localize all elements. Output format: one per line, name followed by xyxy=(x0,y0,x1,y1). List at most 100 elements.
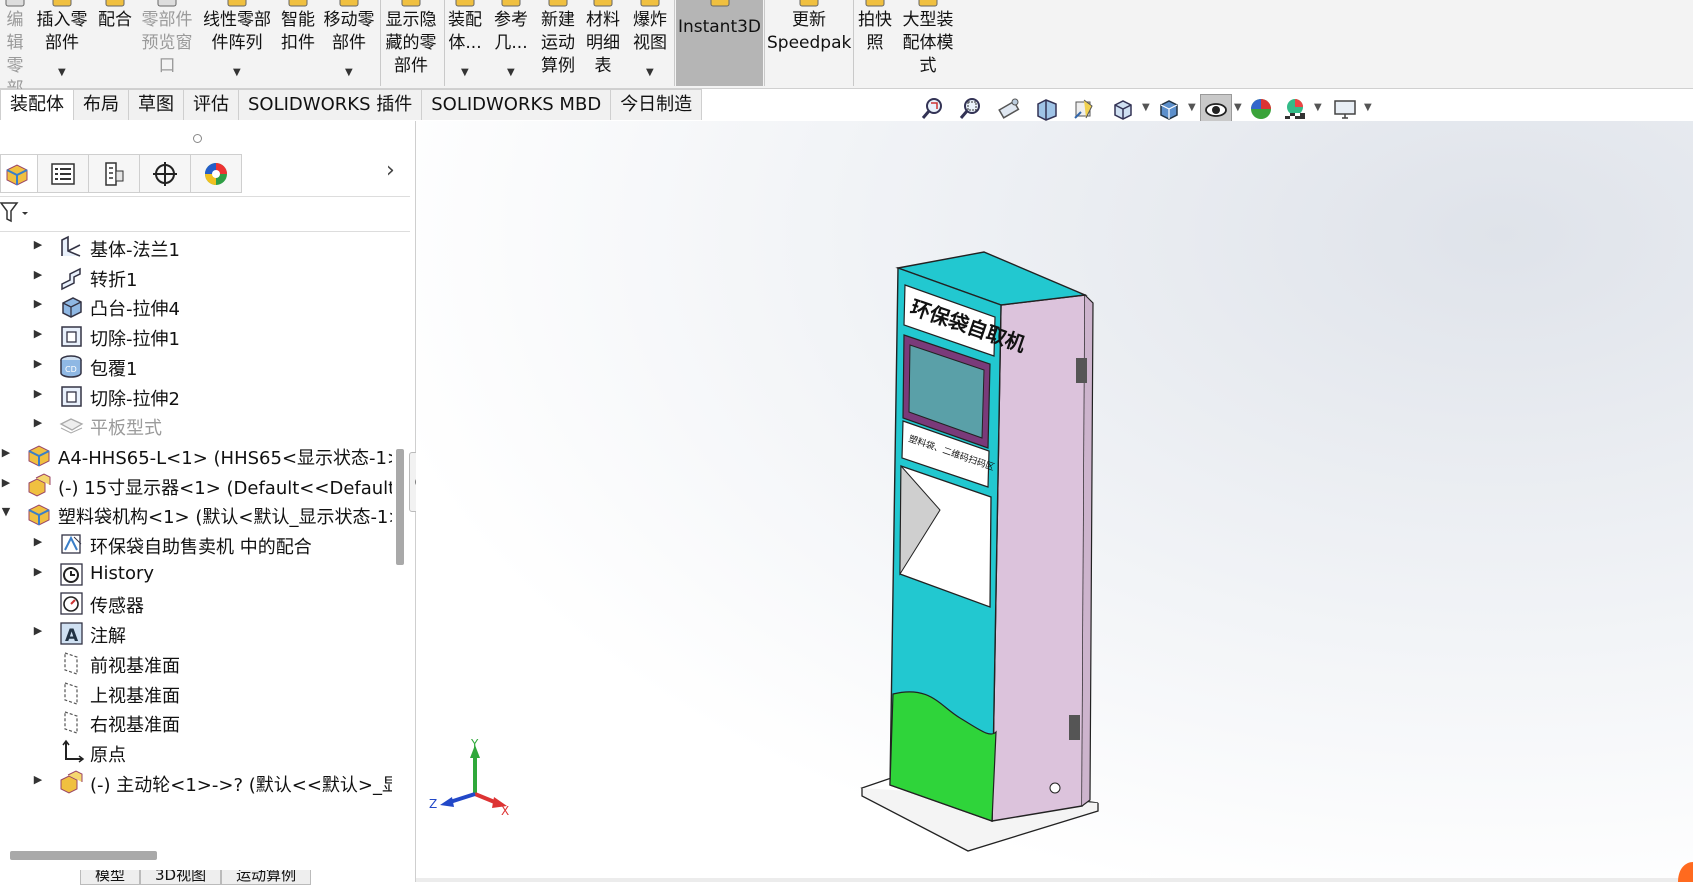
bottom-tab-1[interactable]: 3D视图 xyxy=(140,870,222,885)
tree-item-label: 传感器 xyxy=(90,596,144,618)
tree-item[interactable]: ▶ 切除-拉伸1 xyxy=(0,322,392,352)
edit-part-button[interactable]: 编辑 零部 件 xyxy=(0,0,30,122)
smart-fasteners-button[interactable]: 智能 扣件 xyxy=(278,0,318,86)
zoom-to-fit-icon[interactable] xyxy=(918,94,948,124)
model-lock-hole xyxy=(1049,782,1061,794)
new-motion-study-button[interactable]: 新建 运动 算例 xyxy=(537,0,579,86)
tree-item[interactable]: ▼ 塑料袋机构<1> (默认<默认_显示状态-1> xyxy=(0,500,392,530)
tab-4[interactable]: SOLIDWORKS 插件 xyxy=(238,89,423,120)
tab-1[interactable]: 布局 xyxy=(73,89,129,120)
component-preview-button[interactable]: 零部件 预览窗 口 xyxy=(138,0,196,86)
dynamic-annotation-icon[interactable] xyxy=(1070,94,1100,124)
expand-arrow-icon[interactable]: ▶ xyxy=(32,238,44,251)
tree-item[interactable]: ▶ 平板型式 xyxy=(0,411,392,441)
tree-item[interactable]: 原点 xyxy=(0,738,392,768)
tree-item[interactable]: ▶ 环保袋自助售卖机 中的配合 xyxy=(0,530,392,560)
tree-item[interactable]: ▶ CD 包覆1 xyxy=(0,352,392,382)
bill-of-materials-button[interactable]: 材料 明细 表 xyxy=(583,0,623,86)
exploded-view-button[interactable]: 爆炸 视图 ▼ xyxy=(627,0,673,86)
displaymanager-icon[interactable] xyxy=(190,154,242,193)
filter-icon[interactable] xyxy=(0,201,30,225)
bottom-tab-0[interactable]: 模型 xyxy=(80,870,141,885)
chevron-down-icon[interactable]: ▼ xyxy=(345,61,353,84)
chevron-down-icon[interactable]: ▼ xyxy=(646,61,654,84)
zoom-area-icon[interactable] xyxy=(956,94,986,124)
tree-item[interactable]: ▶ 凸台-拉伸4 xyxy=(0,292,392,322)
view-orientation-icon[interactable] xyxy=(1108,94,1138,124)
chevron-down-icon[interactable]: ▼ xyxy=(233,61,241,84)
expand-arrow-icon[interactable]: ▶ xyxy=(32,416,44,429)
graphics-area[interactable]: 环保袋自取机 塑料袋、二维码扫码区 Y X Z xyxy=(416,121,1693,878)
linear-pattern-button[interactable]: 线性零部 件阵列 ▼ xyxy=(200,0,274,86)
expand-arrow-icon[interactable]: ▶ xyxy=(32,297,44,310)
edit-appearance-icon[interactable] xyxy=(1246,94,1276,124)
display-style-icon[interactable] xyxy=(1154,94,1184,124)
expand-arrow-icon[interactable]: ▶ xyxy=(32,565,44,578)
expand-arrow-icon[interactable]: ▶ xyxy=(32,268,44,281)
more-tabs-arrow-icon[interactable]: › xyxy=(386,158,395,183)
tab-6[interactable]: 今日制造 xyxy=(610,89,703,120)
command-manager-tabs: 装配体 布局 草图 评估 SOLIDWORKS 插件 SOLIDWORKS MBD 今日制造 xyxy=(0,89,703,121)
featuremanager-icon[interactable] xyxy=(0,154,38,193)
bottom-tab-2[interactable]: 运动算例 xyxy=(221,870,312,885)
show-hidden-icon xyxy=(399,0,423,8)
tree-item[interactable]: ▶ A4-HHS65-L<1> (HHS65<显示状态-1> xyxy=(0,441,392,471)
mate-button[interactable]: 配合 xyxy=(94,0,136,86)
expand-arrow-icon[interactable]: ▶ xyxy=(32,624,44,637)
tree-item[interactable]: ▶ A 注解 xyxy=(0,619,392,649)
previous-view-icon[interactable] xyxy=(994,94,1024,124)
tab-5[interactable]: SOLIDWORKS MBD xyxy=(421,89,612,120)
section-view-icon[interactable] xyxy=(1032,94,1062,124)
expand-arrow-icon[interactable]: ▶ xyxy=(32,535,44,548)
expand-arrow-icon[interactable]: ▶ xyxy=(32,357,44,370)
tree-horizontal-scrollbar[interactable] xyxy=(10,851,157,860)
dimxpertmanager-icon[interactable] xyxy=(139,154,191,193)
configurationmanager-icon[interactable] xyxy=(88,154,140,193)
insert-component-button[interactable]: 插入零 部件 ▼ xyxy=(34,0,90,86)
cut-extrude-icon xyxy=(58,383,85,410)
chevron-down-icon[interactable]: ▼ xyxy=(58,61,66,84)
show-hidden-button[interactable]: 显示隐 藏的零 部件 xyxy=(381,0,441,86)
tree-item[interactable]: 上视基准面 xyxy=(0,679,392,709)
move-component-button[interactable]: 移动零 部件 ▼ xyxy=(321,0,377,86)
panel-splitter-handle[interactable] xyxy=(193,134,202,143)
tree-item[interactable]: ▶ 切除-拉伸2 xyxy=(0,382,392,412)
expand-arrow-icon[interactable]: ▶ xyxy=(0,446,12,459)
tree-filter-bar[interactable] xyxy=(0,196,410,232)
update-speedpak-button[interactable]: 更新 Speedpak xyxy=(767,0,851,86)
collapse-arrow-icon[interactable]: ▼ xyxy=(0,505,12,518)
tree-item[interactable]: 前视基准面 xyxy=(0,649,392,679)
tree-item[interactable]: ▶ History xyxy=(0,560,392,590)
apply-scene-icon[interactable] xyxy=(1280,94,1310,124)
tree-item[interactable]: ▶ 基体-法兰1 xyxy=(0,233,392,263)
large-assembly-button[interactable]: 大型装 配体模 式 xyxy=(899,0,957,86)
tree-item[interactable]: ▶ 转折1 xyxy=(0,263,392,293)
expand-arrow-icon[interactable]: ▶ xyxy=(32,387,44,400)
snapshot-icon xyxy=(863,0,887,8)
propertymanager-icon[interactable] xyxy=(37,154,89,193)
assembly-features-button[interactable]: 装配 体... ▼ xyxy=(445,0,485,86)
tab-3[interactable]: 评估 xyxy=(183,89,239,120)
tab-2[interactable]: 草图 xyxy=(128,89,184,120)
expand-arrow-icon[interactable]: ▶ xyxy=(32,773,44,786)
history-icon xyxy=(58,561,85,588)
tab-0[interactable]: 装配体 xyxy=(0,89,74,120)
tree-item[interactable]: 右视基准面 xyxy=(0,708,392,738)
reference-geometry-button[interactable]: 参考 几... ▼ xyxy=(489,0,533,86)
chevron-down-icon[interactable]: ▼ xyxy=(507,61,515,84)
tree-item[interactable]: ▶ (-) 主动轮<1>->? (默认<<默认>_显 xyxy=(0,768,392,798)
tree-item[interactable]: 传感器 xyxy=(0,589,392,619)
expand-arrow-icon[interactable]: ▶ xyxy=(32,327,44,340)
tree-vertical-scrollbar[interactable] xyxy=(396,449,404,565)
tree-item-label: 上视基准面 xyxy=(90,685,180,707)
kiosk-model[interactable]: 环保袋自取机 塑料袋、二维码扫码区 Y X Z xyxy=(416,121,1693,878)
view-settings-icon[interactable] xyxy=(1330,94,1360,124)
tree-item[interactable]: ▶ (-) 15寸显示器<1> (Default<<Default> xyxy=(0,471,392,501)
subassembly-icon xyxy=(58,769,85,796)
snapshot-button[interactable]: 拍快 照 xyxy=(855,0,895,86)
instant3d-button[interactable]: Instant3D xyxy=(676,0,763,86)
tree-item-label: (-) 主动轮<1>->? (默认<<默认>_显 xyxy=(90,774,392,796)
chevron-down-icon[interactable]: ▼ xyxy=(461,61,469,84)
expand-arrow-icon[interactable]: ▶ xyxy=(0,476,12,489)
axis-x-label: X xyxy=(501,804,509,818)
